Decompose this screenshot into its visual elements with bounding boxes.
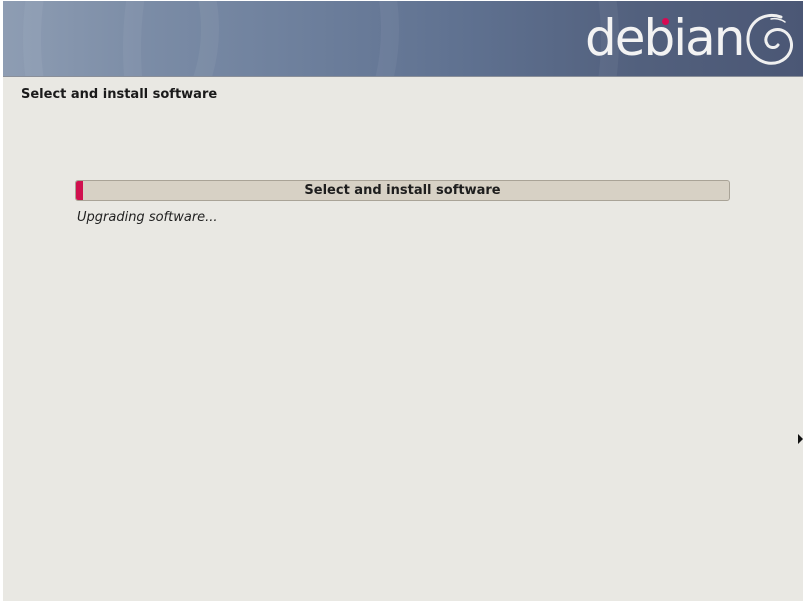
progress-status-text: Upgrading software...	[77, 210, 218, 225]
debian-swirl-icon	[746, 14, 793, 65]
logo-accent-dot	[662, 18, 669, 25]
install-progress-bar: Select and install software	[75, 180, 730, 201]
page-title: Select and install software	[21, 87, 218, 102]
progress-label: Select and install software	[304, 183, 501, 198]
mouse-pointer-icon	[798, 434, 803, 444]
debian-logo: debian	[585, 7, 745, 69]
installer-window: debian Select and install software Selec…	[3, 1, 803, 601]
debian-banner: debian	[3, 1, 803, 76]
banner-separator	[3, 76, 803, 77]
